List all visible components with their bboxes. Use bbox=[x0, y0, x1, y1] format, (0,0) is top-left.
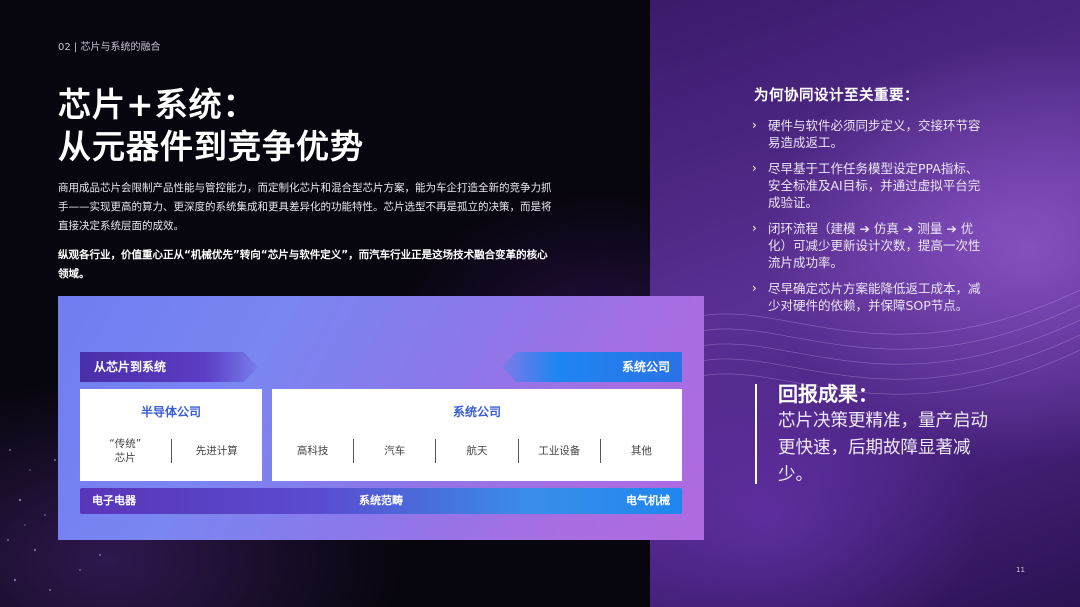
semiconductor-card-title: 半导体公司 bbox=[140, 405, 201, 419]
bar-label-electromechanical: 电气机械 bbox=[626, 494, 670, 507]
semiconductor-card-items: “传统” 芯片 先进计算 bbox=[80, 435, 262, 467]
bar-label-system-scope: 系统范畴 bbox=[359, 494, 403, 507]
sys-item-automotive: 汽车 bbox=[384, 445, 406, 457]
section-label: 02 | 芯片与系统的融合 bbox=[58, 42, 161, 53]
page-number: 11 bbox=[1016, 566, 1025, 574]
why-codesign-list: › 硬件与软件必须同步定义，交接环节容易造成返工。 › 尽早基于工作任务模型设定PP… bbox=[752, 117, 984, 323]
band-system-company: 系统公司 bbox=[502, 352, 682, 382]
returns-accent-line bbox=[755, 384, 757, 484]
list-item: › 尽早基于工作任务模型设定PPA指标、安全标准及AI目标，并通过虚拟平台完成验证… bbox=[752, 161, 981, 210]
returns-text: 芯片决策更精准，量产启动更快速，后期故障显著减少。 bbox=[778, 411, 988, 485]
semi-item-traditional-chip: “传统” 芯片 bbox=[109, 438, 142, 464]
list-item: › 硬件与软件必须同步定义，交接环节容易造成返工。 bbox=[752, 118, 981, 150]
system-card-items: 高科技 汽车 航天 工业设备 其他 bbox=[272, 435, 682, 467]
highlight-paragraph: 纵观各行业，价值重心正从“机械优先”转向“芯片与软件定义”，而汽车行业正是这场技… bbox=[58, 249, 548, 280]
chevron-right-icon: › bbox=[752, 221, 757, 235]
chevron-right-icon: › bbox=[752, 281, 757, 295]
intro-paragraph: 商用成品芯片会限制产品性能与管控能力，而定制化芯片和混合型芯片方案，能为车企打造… bbox=[58, 182, 552, 232]
system-company-card: 系统公司 高科技 汽车 航天 工业设备 其他 bbox=[272, 389, 682, 481]
band-chip-to-system: 从芯片到系统 bbox=[80, 352, 258, 382]
chevron-right-icon: › bbox=[752, 161, 757, 175]
page-title: 芯片+系统： 从元器件到竞争优势 bbox=[58, 84, 364, 168]
chevron-right-icon: › bbox=[752, 118, 757, 132]
sys-item-other: 其他 bbox=[630, 445, 652, 457]
sys-item-industrial: 工业设备 bbox=[538, 445, 581, 457]
sys-item-hightech: 高科技 bbox=[296, 445, 329, 457]
why-codesign-title: 为何协同设计至关重要： bbox=[754, 88, 919, 104]
title-line-2: 从元器件到竞争优势 bbox=[58, 127, 364, 166]
sys-item-aerospace: 航天 bbox=[466, 445, 488, 457]
semi-item-advanced-compute: 先进计算 bbox=[195, 445, 238, 457]
chip-system-diagram: 从芯片到系统 系统公司 半导体公司 “传统” 芯片 先进计算 系统公司 高科技 … bbox=[58, 296, 704, 540]
system-card-title: 系统公司 bbox=[452, 405, 501, 419]
list-item: › 闭环流程（建模 ➔ 仿真 ➔ 测量 ➔ 优化）可减少更新设计次数，提高一次性流… bbox=[752, 221, 981, 270]
title-line-1: 芯片+系统： bbox=[58, 85, 257, 124]
list-item: › 尽早确定芯片方案能降低返工成本，减少对硬件的依赖，并保障SOP节点。 bbox=[752, 281, 981, 313]
returns-title: 回报成果： bbox=[778, 382, 878, 406]
semiconductor-company-card: 半导体公司 “传统” 芯片 先进计算 bbox=[80, 389, 262, 481]
system-scope-bar: 电子电器 系统范畴 电气机械 bbox=[80, 488, 682, 514]
